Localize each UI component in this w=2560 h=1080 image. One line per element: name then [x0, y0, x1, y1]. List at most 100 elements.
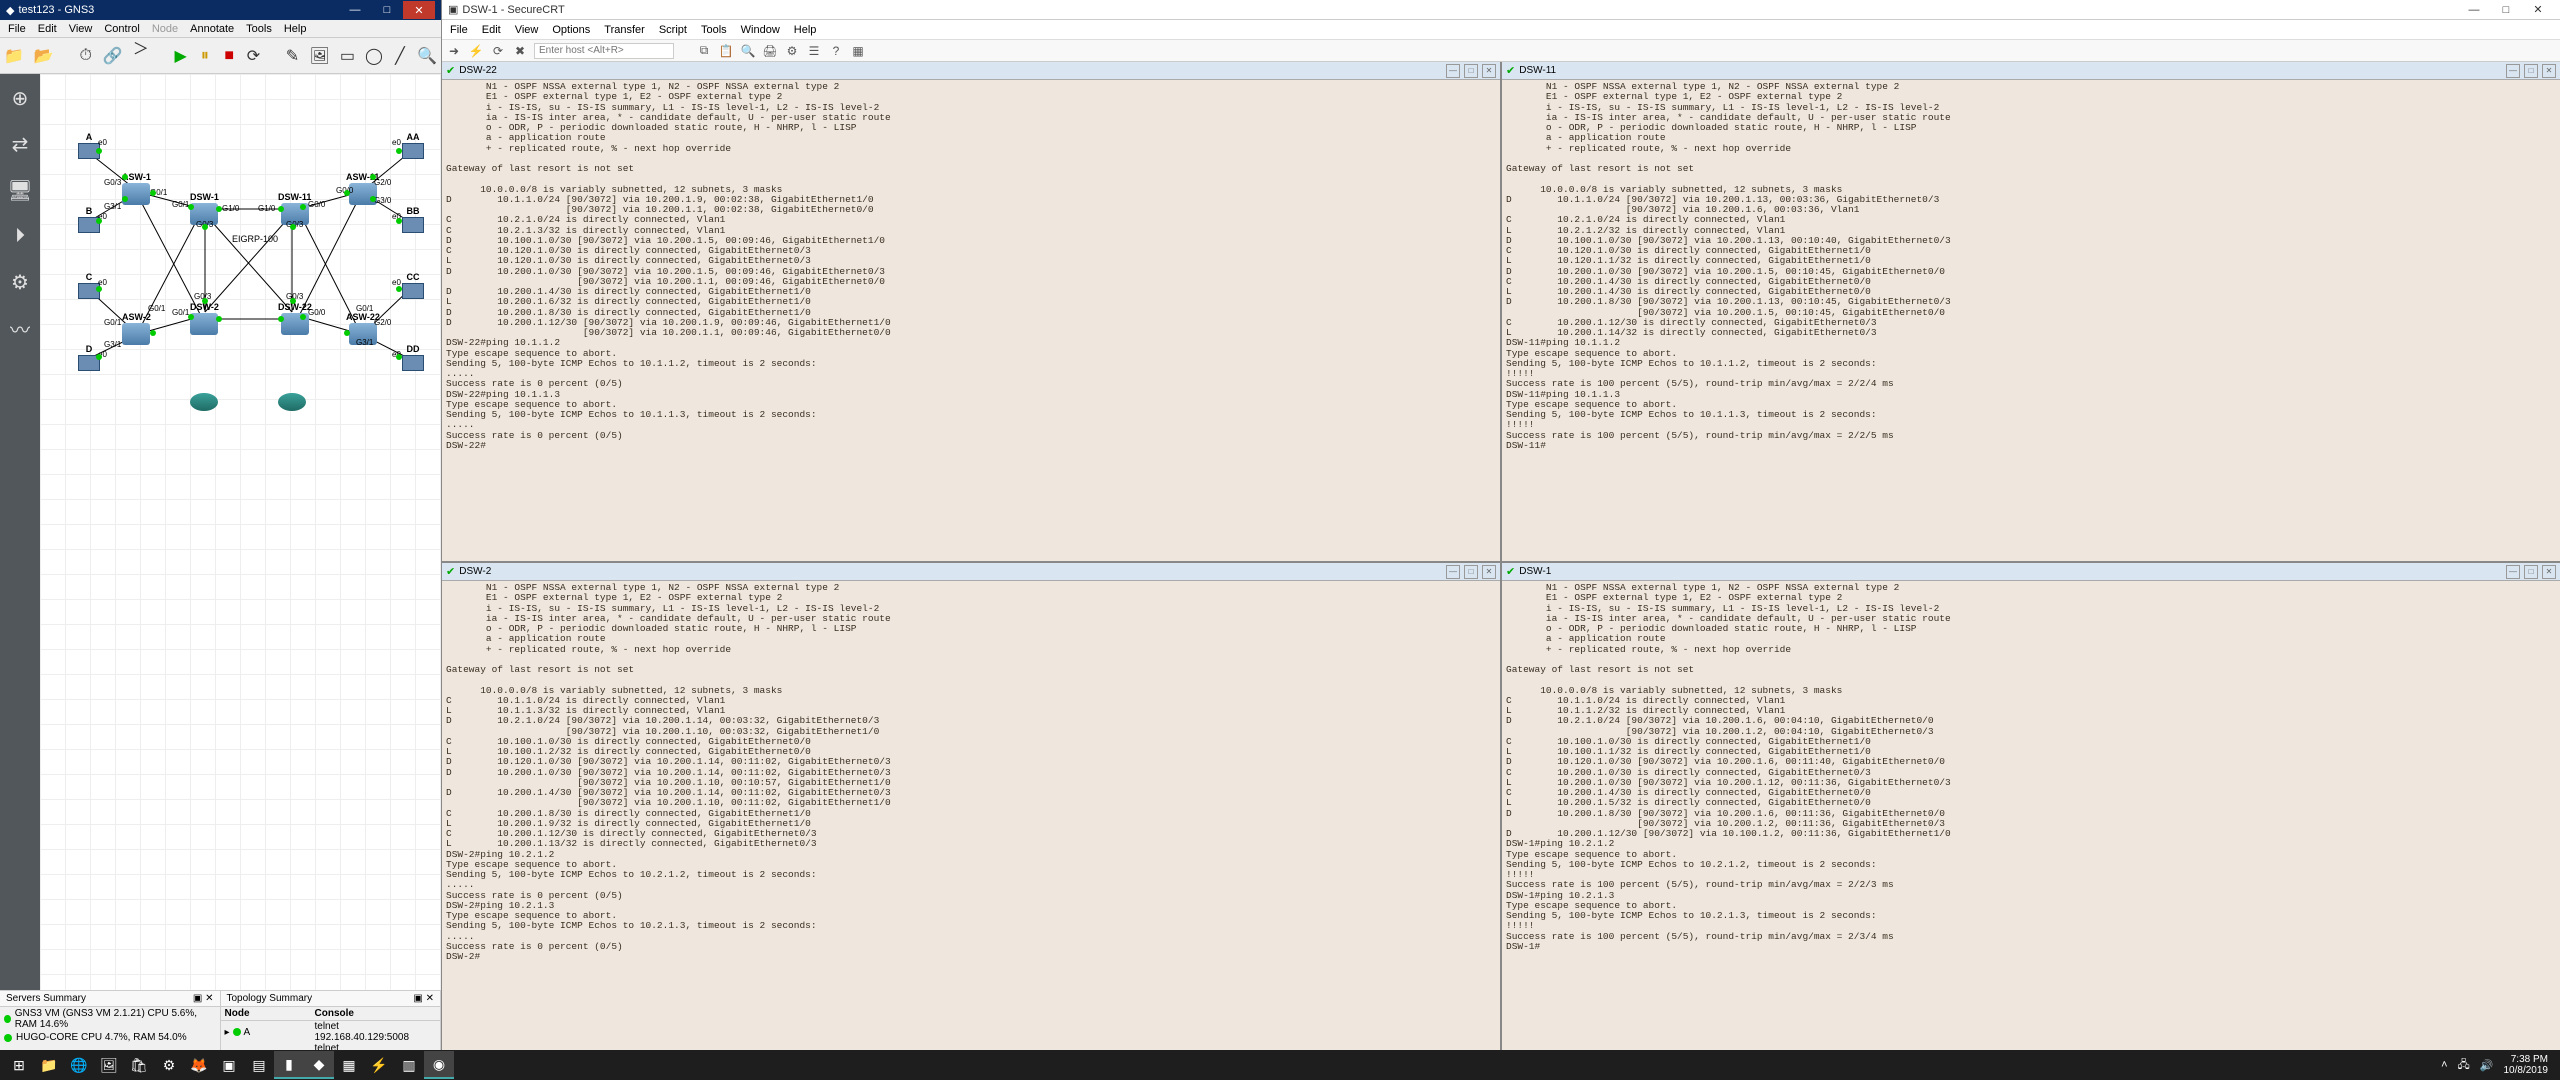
- host-input[interactable]: [534, 43, 674, 59]
- pane-max-icon[interactable]: □: [2524, 64, 2538, 78]
- new-project-icon[interactable]: 📁: [4, 44, 24, 68]
- maximize-button[interactable]: □: [2490, 1, 2522, 19]
- end-device-icon[interactable]: 🖥: [6, 176, 34, 204]
- disconnect-icon[interactable]: ✖: [512, 43, 528, 59]
- node-asw2[interactable]: ASW-2: [122, 312, 151, 346]
- router-category-icon[interactable]: ⊕: [6, 84, 34, 112]
- minimize-button[interactable]: —: [339, 1, 371, 19]
- menu-window[interactable]: Window: [737, 24, 784, 36]
- pane-max-icon[interactable]: □: [1464, 565, 1478, 579]
- reconnect-icon[interactable]: ⟳: [490, 43, 506, 59]
- print-icon[interactable]: 🖨: [762, 43, 778, 59]
- menu-script[interactable]: Script: [655, 24, 691, 36]
- pane-close-icon[interactable]: ✕: [1482, 64, 1496, 78]
- zoom-icon[interactable]: 🔍: [417, 44, 437, 68]
- menu-annotate[interactable]: Annotate: [186, 23, 238, 35]
- router-1[interactable]: [190, 392, 218, 412]
- close-panel-icon[interactable]: ✕: [426, 993, 434, 1004]
- switch-category-icon[interactable]: ⇄: [6, 130, 34, 158]
- stop-all-icon[interactable]: ■: [222, 44, 236, 68]
- menu-transfer[interactable]: Transfer: [600, 24, 649, 36]
- connect-icon[interactable]: ➜: [446, 43, 462, 59]
- taskbar-firefox-icon[interactable]: 🦊: [184, 1051, 214, 1079]
- taskbar-photos-icon[interactable]: 🖼: [94, 1051, 124, 1079]
- taskbar-app-icon[interactable]: ⚡: [364, 1051, 394, 1079]
- menu-tools[interactable]: Tools: [697, 24, 731, 36]
- tray-volume-icon[interactable]: 🔊: [2480, 1059, 2494, 1072]
- taskbar-edge-icon[interactable]: 🌐: [64, 1051, 94, 1079]
- terminal-body[interactable]: N1 - OSPF NSSA external type 1, N2 - OSP…: [1502, 80, 2560, 561]
- add-line-icon[interactable]: ╱: [393, 44, 407, 68]
- menu-tools[interactable]: Tools: [242, 23, 276, 35]
- start-all-icon[interactable]: ▶: [174, 44, 188, 68]
- terminal-tab[interactable]: ✔ DSW-1 — □ ✕: [1502, 563, 2560, 581]
- menu-view[interactable]: View: [65, 23, 97, 35]
- menu-edit[interactable]: Edit: [478, 24, 505, 36]
- taskbar-settings-icon[interactable]: ⚙: [154, 1051, 184, 1079]
- menu-view[interactable]: View: [511, 24, 543, 36]
- taskbar-gns3-icon[interactable]: ◆: [304, 1051, 334, 1079]
- node-bb[interactable]: BB: [402, 206, 424, 234]
- taskbar-files-icon[interactable]: 📁: [34, 1051, 64, 1079]
- taskbar-store-icon[interactable]: 🛍: [124, 1051, 154, 1079]
- menu-help[interactable]: Help: [790, 24, 821, 36]
- menu-file[interactable]: File: [446, 24, 472, 36]
- tray-network-icon[interactable]: 🖧: [2458, 1056, 2470, 1075]
- add-link-icon[interactable]: 〰: [6, 314, 34, 342]
- terminal-body[interactable]: N1 - OSPF NSSA external type 1, N2 - OSP…: [442, 80, 1500, 561]
- paste-icon[interactable]: 📋: [718, 43, 734, 59]
- minimize-button[interactable]: —: [2458, 1, 2490, 19]
- pane-min-icon[interactable]: —: [1446, 565, 1460, 579]
- all-devices-icon[interactable]: ⚙: [6, 268, 34, 296]
- menu-help[interactable]: Help: [280, 23, 311, 35]
- pause-all-icon[interactable]: ⏸: [198, 44, 212, 68]
- undock-icon[interactable]: ▣: [413, 993, 422, 1004]
- tray-up-icon[interactable]: ˄: [2441, 1059, 2447, 1071]
- pane-close-icon[interactable]: ✕: [1482, 565, 1496, 579]
- snapshot-icon[interactable]: ⏱: [79, 44, 93, 68]
- node-cc[interactable]: CC: [402, 272, 424, 300]
- node-dd[interactable]: DD: [402, 344, 424, 372]
- taskbar-app-icon[interactable]: ▦: [334, 1051, 364, 1079]
- taskbar-terminal-icon[interactable]: ▮: [274, 1051, 304, 1079]
- topology-canvas[interactable]: A AA B BB C CC D DD ASW-1 ASW-11 ASW-2 A…: [40, 74, 441, 990]
- close-button[interactable]: ✕: [2522, 1, 2554, 19]
- router-2[interactable]: [278, 392, 306, 412]
- servers-summary-header[interactable]: Servers Summary ▣ ✕: [0, 991, 220, 1007]
- taskbar-securecrt-icon[interactable]: ◉: [424, 1051, 454, 1079]
- server-row[interactable]: HUGO-CORE CPU 4.7%, RAM 54.0%: [0, 1031, 220, 1044]
- undock-icon[interactable]: ▣: [193, 993, 202, 1004]
- pane-min-icon[interactable]: —: [2506, 565, 2520, 579]
- gns3-titlebar[interactable]: ◆ test123 - GNS3 — □ ✕: [0, 0, 441, 20]
- quick-connect-icon[interactable]: ⚡: [468, 43, 484, 59]
- add-note-icon[interactable]: ✎: [285, 44, 299, 68]
- help-icon[interactable]: ?: [828, 43, 844, 59]
- pane-max-icon[interactable]: □: [1464, 64, 1478, 78]
- clock[interactable]: 7:38 PM 10/8/2019: [2504, 1054, 2549, 1076]
- terminal-tab[interactable]: ✔ DSW-2 — □ ✕: [442, 563, 1500, 581]
- topology-row[interactable]: ▸Atelnet 192.168.40.129:5008: [221, 1021, 441, 1043]
- menu-edit[interactable]: Edit: [34, 23, 61, 35]
- terminal-tab[interactable]: ✔ DSW-22 — □ ✕: [442, 62, 1500, 80]
- maximize-button[interactable]: □: [371, 1, 403, 19]
- open-project-icon[interactable]: 📂: [34, 44, 54, 68]
- node-dsw2[interactable]: DSW-2: [190, 302, 219, 336]
- add-ellipse-icon[interactable]: ◯: [365, 44, 383, 68]
- pane-close-icon[interactable]: ✕: [2542, 64, 2556, 78]
- terminal-tab[interactable]: ✔ DSW-11 — □ ✕: [1502, 62, 2560, 80]
- pane-close-icon[interactable]: ✕: [2542, 565, 2556, 579]
- start-button[interactable]: ⊞: [4, 1051, 34, 1079]
- add-image-icon[interactable]: 🖼: [310, 44, 330, 68]
- node-aa[interactable]: AA: [402, 132, 424, 160]
- topology-summary-header[interactable]: Topology Summary ▣ ✕: [221, 991, 441, 1007]
- close-button[interactable]: ✕: [403, 1, 435, 19]
- scrt-titlebar[interactable]: ▣ DSW-1 - SecureCRT — □ ✕: [442, 0, 2560, 20]
- menu-control[interactable]: Control: [100, 23, 143, 35]
- node-a[interactable]: A: [78, 132, 100, 160]
- terminal-body[interactable]: N1 - OSPF NSSA external type 1, N2 - OSP…: [442, 581, 1500, 1062]
- console-all-icon[interactable]: ＞_: [133, 44, 149, 68]
- reload-all-icon[interactable]: ⟳: [246, 44, 260, 68]
- add-rectangle-icon[interactable]: ▭: [340, 44, 355, 68]
- show-links-icon[interactable]: 🔗: [103, 44, 123, 68]
- copy-icon[interactable]: ⧉: [696, 43, 712, 59]
